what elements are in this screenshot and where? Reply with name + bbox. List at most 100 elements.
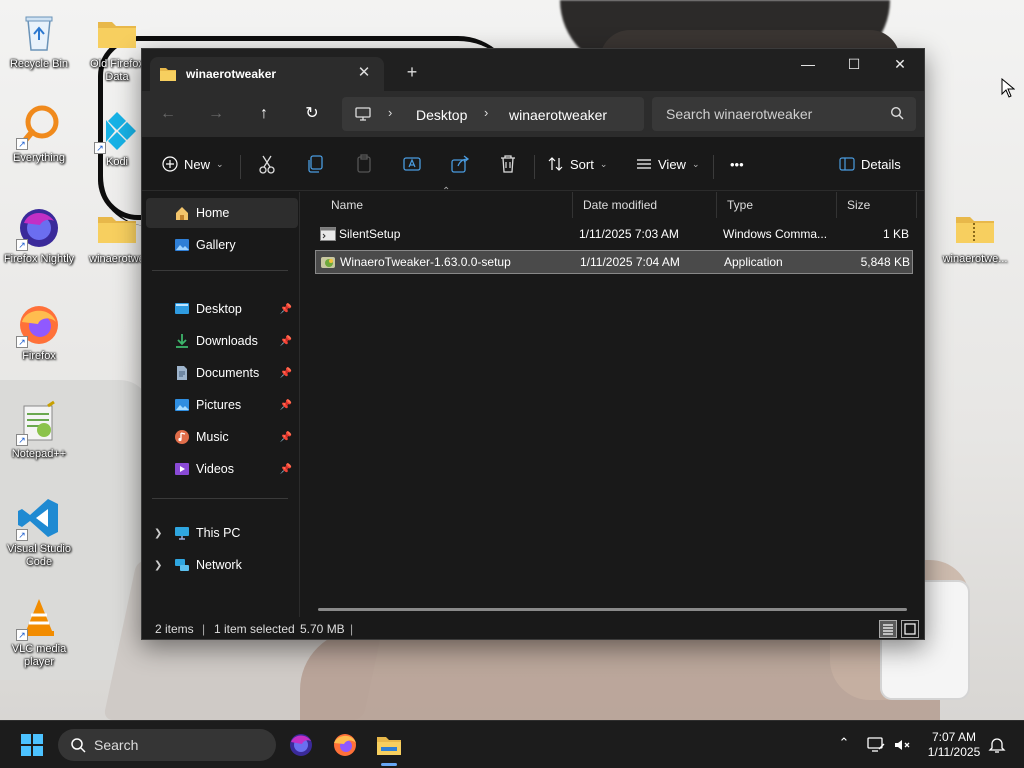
pin-icon[interactable]: 📌	[280, 464, 292, 475]
sidebar-item-pictures[interactable]: Pictures 📌	[146, 390, 298, 420]
column-header-name[interactable]: Name	[321, 192, 573, 218]
paste-icon[interactable]	[352, 152, 376, 176]
desktop-icon-firefox[interactable]: ↗ Firefox	[1, 302, 77, 363]
file-explorer-icon	[377, 737, 401, 755]
sidebar-item-gallery[interactable]: Gallery	[146, 230, 298, 260]
address-bar[interactable]: › Desktop › winaerotweaker	[342, 97, 644, 131]
pin-icon[interactable]: 📌	[280, 304, 292, 315]
file-date: 1/11/2025 7:03 AM	[579, 227, 679, 241]
pin-icon[interactable]: 📌	[280, 336, 292, 347]
new-button[interactable]: New ⌄	[162, 150, 224, 178]
new-tab-button[interactable]: +	[400, 61, 424, 85]
desktop-icon-vscode[interactable]: ↗ Visual Studio Code	[1, 495, 77, 569]
recycle-bin-icon	[16, 10, 62, 56]
delete-icon[interactable]	[496, 152, 520, 176]
chevron-right-icon[interactable]: ❯	[154, 560, 162, 571]
firefox-nightly-icon[interactable]	[285, 729, 317, 761]
firefox-icon[interactable]	[329, 729, 361, 761]
maximize-button[interactable]: ☐	[831, 49, 877, 79]
status-item-count: 2 items	[155, 622, 194, 636]
chevron-down-icon: ⌄	[216, 158, 224, 169]
chevron-down-icon: ⌄	[599, 158, 608, 169]
copy-icon[interactable]	[304, 152, 328, 176]
view-button[interactable]: View ⌄	[636, 150, 700, 178]
more-options-button[interactable]: •••	[730, 150, 744, 178]
pin-icon[interactable]: 📌	[280, 400, 292, 411]
file-date: 1/11/2025 7:04 AM	[580, 255, 680, 269]
pin-icon[interactable]: 📌	[280, 368, 292, 379]
sidebar-item-music[interactable]: Music 📌	[146, 422, 298, 452]
desktop-icon-label: VLC media player	[11, 643, 67, 668]
sort-icon	[548, 157, 563, 171]
notification-bell-icon[interactable]	[987, 735, 1007, 755]
taskbar-search-label: Search	[94, 737, 139, 753]
large-icons-view-toggle[interactable]	[901, 620, 919, 638]
start-windows-icon[interactable]	[20, 733, 44, 757]
desktop-icon-winaerotweaker-zip[interactable]: winaerotwe...	[937, 205, 1013, 266]
clock-date: 1/11/2025	[927, 745, 981, 759]
sidebar-item-videos[interactable]: Videos 📌	[146, 454, 298, 484]
search-input[interactable]	[652, 97, 882, 131]
sort-button[interactable]: Sort ⌄	[548, 150, 607, 178]
desktop-icon-recycle-bin[interactable]: Recycle Bin	[1, 10, 77, 71]
sort-button-label: Sort	[570, 156, 594, 172]
network-monitor-icon[interactable]	[866, 735, 886, 755]
desktop-icon-notepadplusplus[interactable]: ↗ Notepad++	[1, 400, 77, 461]
sidebar-divider	[152, 270, 288, 271]
batch-file-icon	[320, 227, 336, 241]
sidebar-item-documents[interactable]: Documents 📌	[146, 358, 298, 388]
close-button[interactable]: ✕	[877, 49, 923, 79]
vscode-icon: ↗	[16, 495, 62, 541]
command-bar: New ⌄ Sort ⌄ View ⌄ ••• Details	[142, 137, 924, 191]
column-header-date-modified[interactable]: Date modified	[573, 192, 717, 218]
rename-icon[interactable]	[400, 152, 424, 176]
volume-muted-icon[interactable]	[892, 735, 912, 755]
column-header-size[interactable]: Size	[837, 192, 917, 218]
tab-winaerotweaker[interactable]: winaerotweaker ✕	[150, 57, 384, 91]
back-arrow-icon[interactable]: ←	[154, 100, 182, 128]
zip-folder-icon	[952, 205, 998, 251]
file-explorer-taskbar-button[interactable]	[373, 729, 405, 766]
file-list: ⌃ Name Date modified Type Size SilentSet…	[301, 186, 924, 617]
column-header-type[interactable]: Type	[717, 192, 837, 218]
title-bar[interactable]: winaerotweaker ✕ + — ☐ ✕	[142, 49, 924, 91]
this-pc-icon	[175, 527, 189, 540]
file-row[interactable]: SilentSetup 1/11/2025 7:03 AM Windows Co…	[315, 223, 913, 247]
taskbar: Search ⌃ 7:07 AM 1/11/2025	[0, 720, 1024, 768]
breadcrumb-desktop[interactable]: Desktop	[416, 107, 467, 123]
search-icon	[71, 738, 86, 753]
chevron-right-icon[interactable]: ❯	[154, 528, 162, 539]
system-clock[interactable]: 7:07 AM 1/11/2025	[918, 730, 990, 760]
taskbar-search-box[interactable]: Search	[58, 729, 276, 761]
tab-title: winaerotweaker	[186, 67, 277, 81]
cut-icon[interactable]	[256, 152, 280, 176]
desktop-icon-label: Visual Studio Code	[6, 543, 71, 568]
pin-icon[interactable]: 📌	[280, 432, 292, 443]
up-arrow-icon[interactable]: ↑	[250, 100, 278, 128]
sidebar-item-downloads[interactable]: Downloads 📌	[146, 326, 298, 356]
sidebar-item-home[interactable]: Home	[146, 198, 298, 228]
folder-icon	[94, 205, 140, 251]
more-icon: •••	[730, 156, 744, 172]
file-explorer-window[interactable]: winaerotweaker ✕ + — ☐ ✕ ← → ↑ ↻ › Deskt…	[141, 48, 925, 640]
desktop-icon-vlc[interactable]: ↗ VLC media player	[1, 595, 77, 669]
sidebar-item-label: Documents	[196, 366, 260, 380]
search-box[interactable]	[652, 97, 916, 131]
breadcrumb-winaerotweaker[interactable]: winaerotweaker	[509, 107, 607, 123]
sidebar-item-desktop[interactable]: Desktop 📌	[146, 294, 298, 324]
file-row[interactable]: WinaeroTweaker-1.63.0.0-setup 1/11/2025 …	[315, 250, 913, 274]
forward-arrow-icon[interactable]: →	[202, 100, 230, 128]
tab-close-button[interactable]: ✕	[354, 63, 374, 83]
desktop-icon-everything[interactable]: ↗ Everything	[1, 104, 77, 165]
refresh-icon[interactable]: ↻	[298, 100, 326, 128]
details-view-toggle[interactable]	[879, 620, 897, 638]
desktop-icon-firefox-nightly[interactable]: ↗ Firefox Nightly	[1, 205, 77, 266]
details-pane-button[interactable]: Details	[839, 150, 901, 178]
sidebar-item-network[interactable]: ❯ Network	[146, 550, 298, 580]
chevron-up-icon[interactable]: ⌃	[834, 735, 854, 755]
status-divider: |	[350, 622, 354, 636]
sidebar-item-this-pc[interactable]: ❯ This PC	[146, 518, 298, 548]
minimize-button[interactable]: —	[785, 49, 831, 79]
share-icon[interactable]	[448, 152, 472, 176]
horizontal-scrollbar[interactable]	[318, 608, 907, 611]
